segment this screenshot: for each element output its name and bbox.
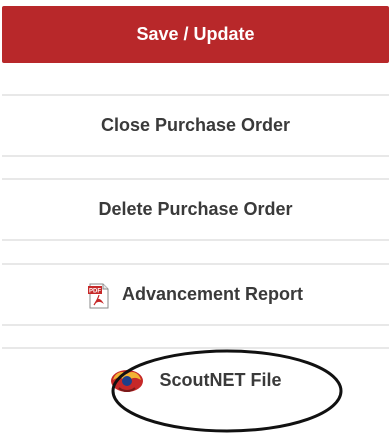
scoutnet-file-button[interactable]: ScoutNET File xyxy=(2,347,389,411)
pdf-badge-text: PDF xyxy=(89,288,101,294)
save-update-button[interactable]: Save / Update xyxy=(2,6,389,63)
delete-purchase-order-label: Delete Purchase Order xyxy=(98,199,293,219)
advancement-report-label: Advancement Report xyxy=(121,284,304,304)
save-update-label: Save / Update xyxy=(136,24,255,44)
close-purchase-order-button[interactable]: Close Purchase Order xyxy=(2,94,389,157)
advancement-report-button[interactable]: PDF Advancement Report xyxy=(2,263,389,326)
close-purchase-order-label: Close Purchase Order xyxy=(100,115,291,135)
scoutnet-file-label: ScoutNET File xyxy=(159,369,282,390)
scoutnet-icon xyxy=(109,366,145,394)
delete-purchase-order-button[interactable]: Delete Purchase Order xyxy=(2,178,389,241)
pdf-icon: PDF xyxy=(87,283,110,309)
